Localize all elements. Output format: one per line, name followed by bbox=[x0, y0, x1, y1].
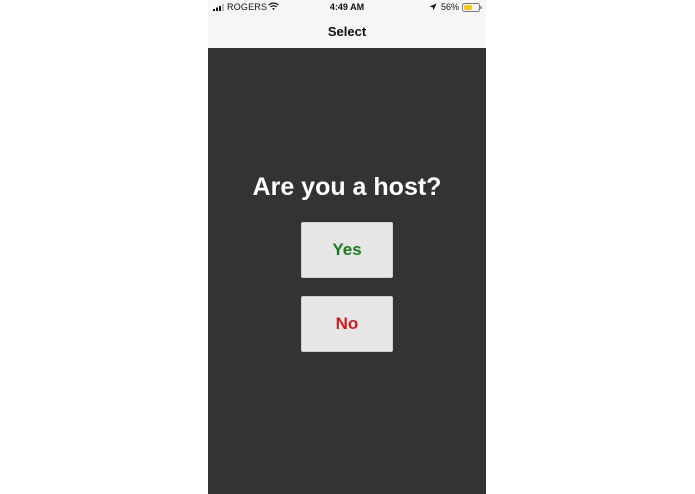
host-question: Are you a host? bbox=[252, 173, 442, 201]
app-screen: ROGERS 4:49 AM 56% Select Are you a host… bbox=[208, 0, 486, 494]
battery-percent: 56% bbox=[441, 2, 460, 12]
page-title: Select bbox=[327, 24, 367, 39]
battery-icon bbox=[462, 3, 482, 12]
header: ROGERS 4:49 AM 56% Select bbox=[208, 0, 486, 48]
yes-button[interactable]: Yes bbox=[301, 222, 393, 278]
location-icon bbox=[429, 3, 437, 11]
no-button[interactable]: No bbox=[301, 296, 393, 352]
status-bar: ROGERS 4:49 AM 56% bbox=[208, 0, 486, 16]
